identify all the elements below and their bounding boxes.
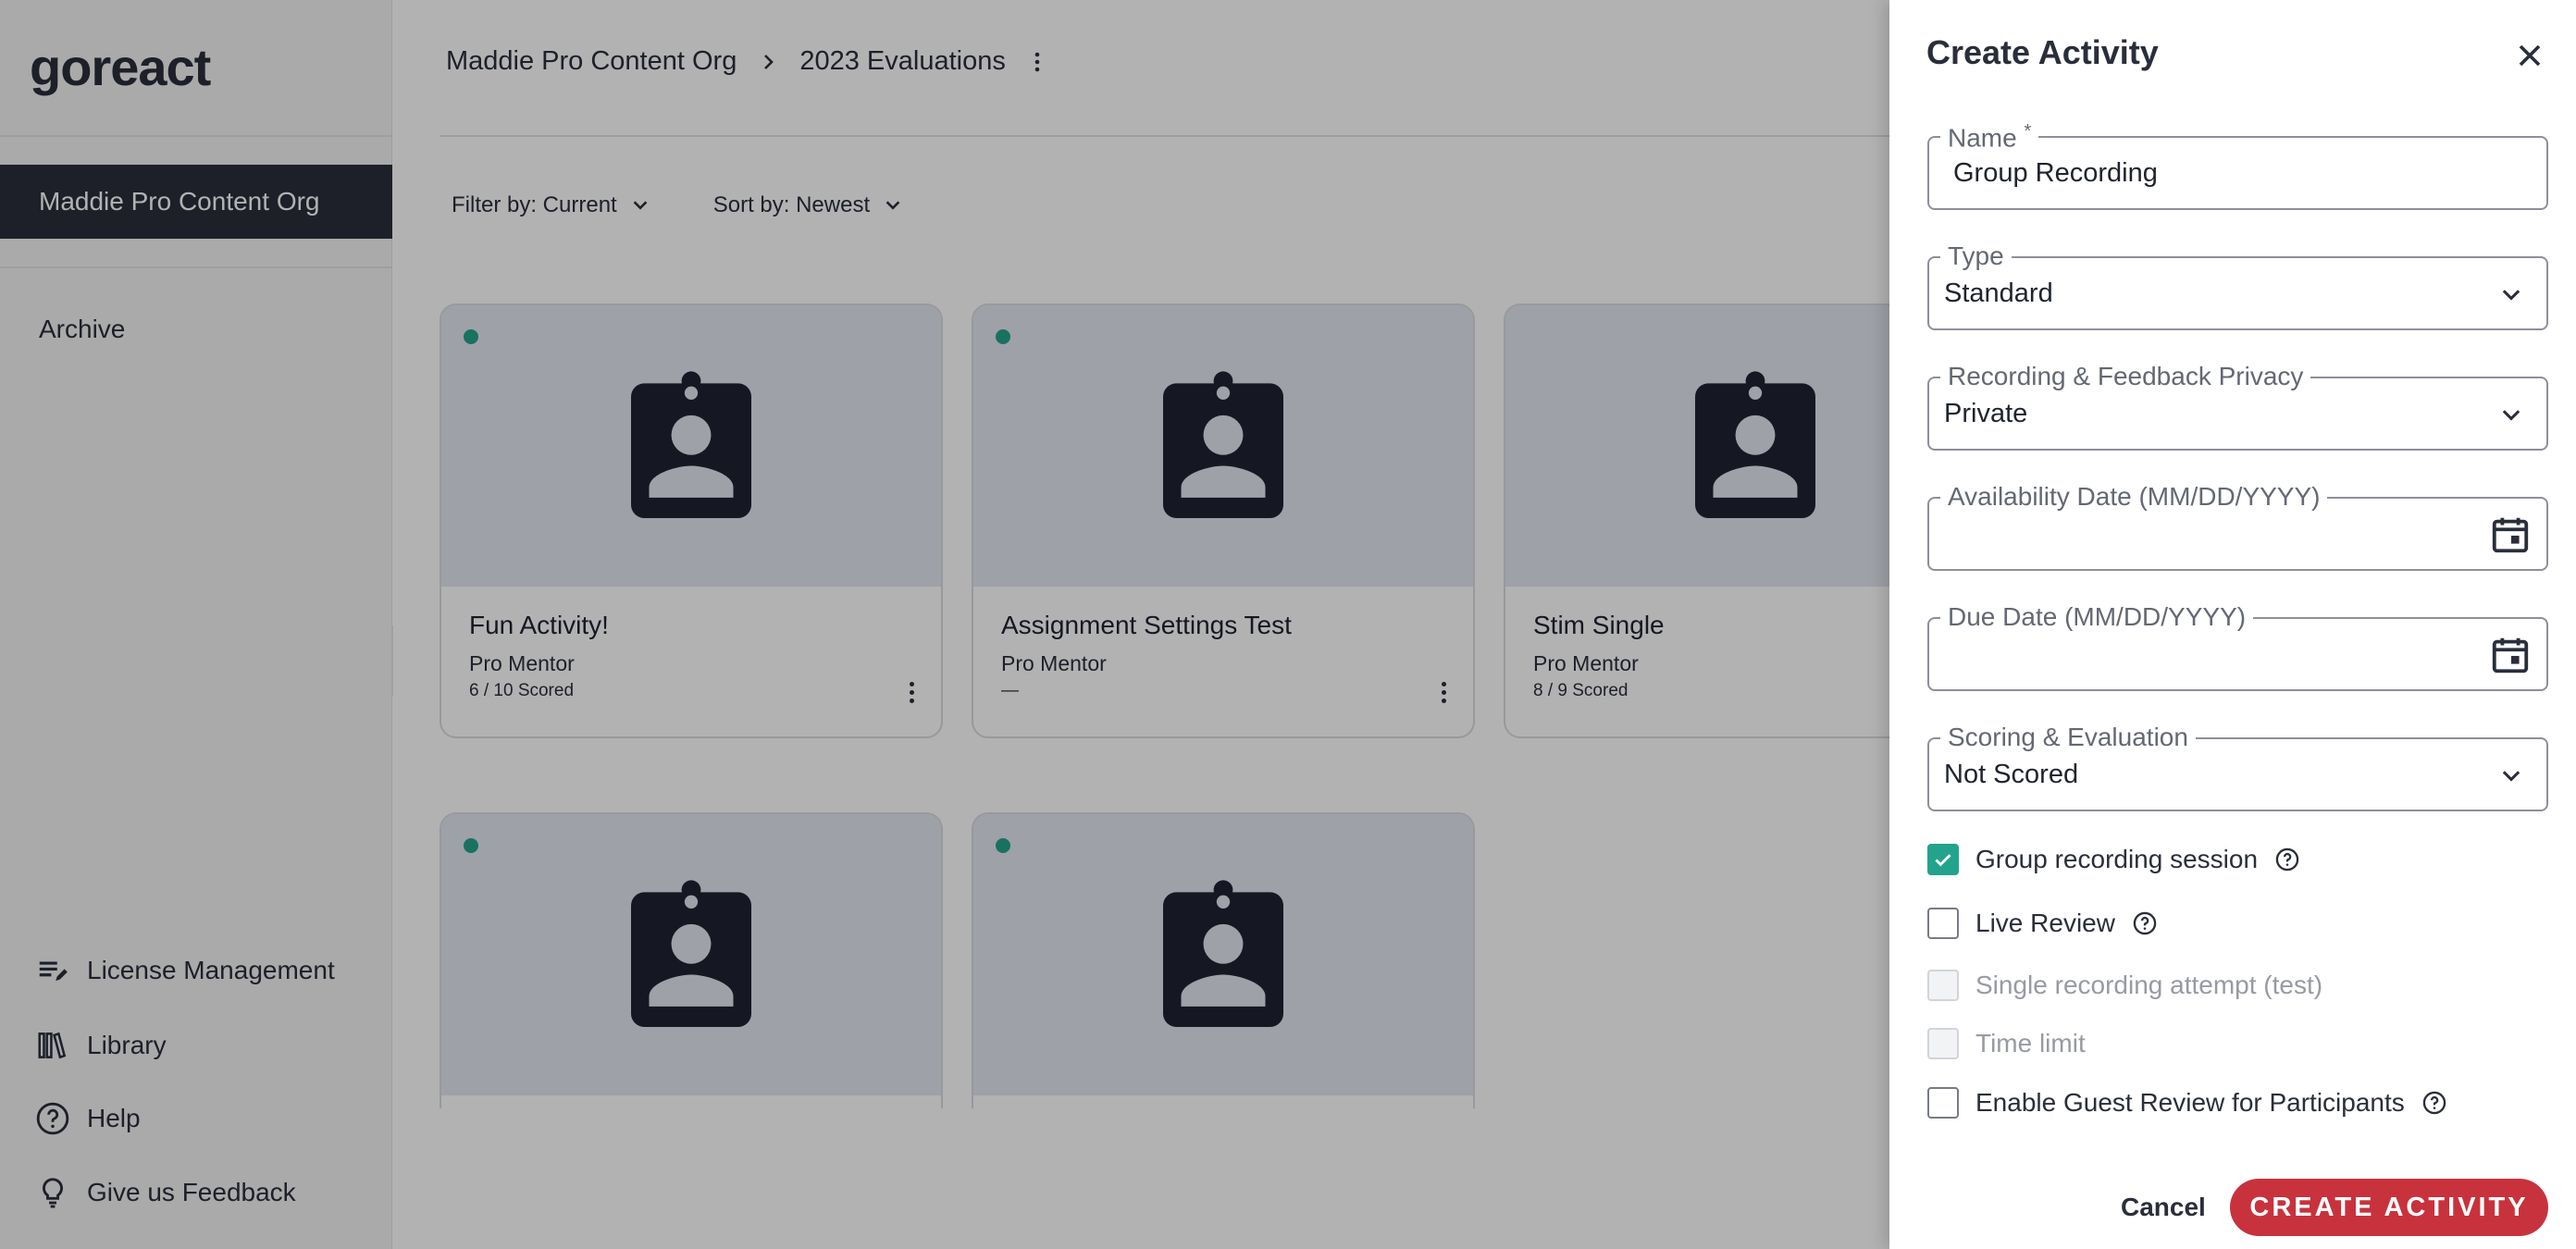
create-activity-button[interactable]: CREATE ACTIVITY bbox=[2230, 1179, 2548, 1236]
type-label: Type bbox=[1940, 241, 2012, 271]
due-date-label: Due Date (MM/DD/YYYY) bbox=[1940, 602, 2254, 632]
single-attempt-checkbox bbox=[1927, 970, 1959, 1001]
drawer-footer: Cancel CREATE ACTIVITY bbox=[1889, 1166, 2576, 1249]
availability-label: Availability Date (MM/DD/YYYY) bbox=[1940, 482, 2328, 512]
calendar-icon[interactable] bbox=[2489, 634, 2532, 676]
group-recording-label: Group recording session bbox=[1975, 845, 2259, 873]
calendar-icon[interactable] bbox=[2489, 513, 2532, 556]
single-attempt-option: Single recording attempt (test) bbox=[1927, 970, 2322, 1001]
scoring-select[interactable]: Scoring & Evaluation Not Scored bbox=[1927, 723, 2548, 811]
drawer-title: Create Activity bbox=[1926, 33, 2159, 71]
time-limit-checkbox bbox=[1927, 1028, 1959, 1059]
privacy-select[interactable]: Recording & Feedback Privacy Private bbox=[1927, 362, 2548, 451]
group-recording-option[interactable]: Group recording session bbox=[1927, 844, 2300, 875]
type-select[interactable]: Type Standard bbox=[1927, 241, 2548, 330]
modal-backdrop[interactable] bbox=[0, 0, 1889, 1249]
group-recording-checkbox[interactable] bbox=[1927, 844, 1959, 875]
create-activity-drawer: Create Activity Name * Group Recording T… bbox=[1889, 0, 2576, 1249]
close-icon[interactable] bbox=[2511, 37, 2548, 74]
live-review-label: Live Review bbox=[1975, 909, 2115, 937]
help-circle-icon[interactable] bbox=[2274, 847, 2300, 872]
single-attempt-label: Single recording attempt (test) bbox=[1975, 971, 2323, 999]
guest-review-option[interactable]: Enable Guest Review for Participants bbox=[1927, 1087, 2447, 1119]
guest-review-checkbox[interactable] bbox=[1927, 1087, 1959, 1119]
live-review-checkbox[interactable] bbox=[1927, 908, 1959, 939]
check-icon bbox=[1935, 854, 1951, 867]
help-circle-icon[interactable] bbox=[2132, 910, 2158, 936]
name-field[interactable]: Name * Group Recording bbox=[1927, 121, 2548, 210]
live-review-option[interactable]: Live Review bbox=[1927, 908, 2158, 939]
name-input-value: Group Recording bbox=[1953, 158, 2158, 188]
scoring-label: Scoring & Evaluation bbox=[1940, 723, 2196, 752]
due-date-field[interactable]: Due Date (MM/DD/YYYY) bbox=[1927, 602, 2548, 691]
chevron-down-icon bbox=[2502, 771, 2520, 782]
privacy-value: Private bbox=[1944, 399, 2028, 428]
scoring-value: Not Scored bbox=[1944, 760, 2079, 789]
name-label: Name * bbox=[1940, 121, 2039, 154]
time-limit-label: Time limit bbox=[1975, 1029, 2086, 1057]
type-value: Standard bbox=[1944, 278, 2053, 308]
cancel-button[interactable]: Cancel bbox=[2093, 1179, 2234, 1236]
required-marker: * bbox=[2024, 121, 2032, 142]
help-circle-icon[interactable] bbox=[2421, 1090, 2447, 1116]
guest-review-label: Enable Guest Review for Participants bbox=[1975, 1088, 2405, 1117]
time-limit-option: Time limit bbox=[1927, 1028, 2086, 1059]
availability-date-field[interactable]: Availability Date (MM/DD/YYYY) bbox=[1927, 482, 2548, 571]
privacy-label: Recording & Feedback Privacy bbox=[1940, 362, 2311, 391]
chevron-down-icon bbox=[2502, 290, 2520, 301]
chevron-down-icon bbox=[2502, 410, 2520, 421]
